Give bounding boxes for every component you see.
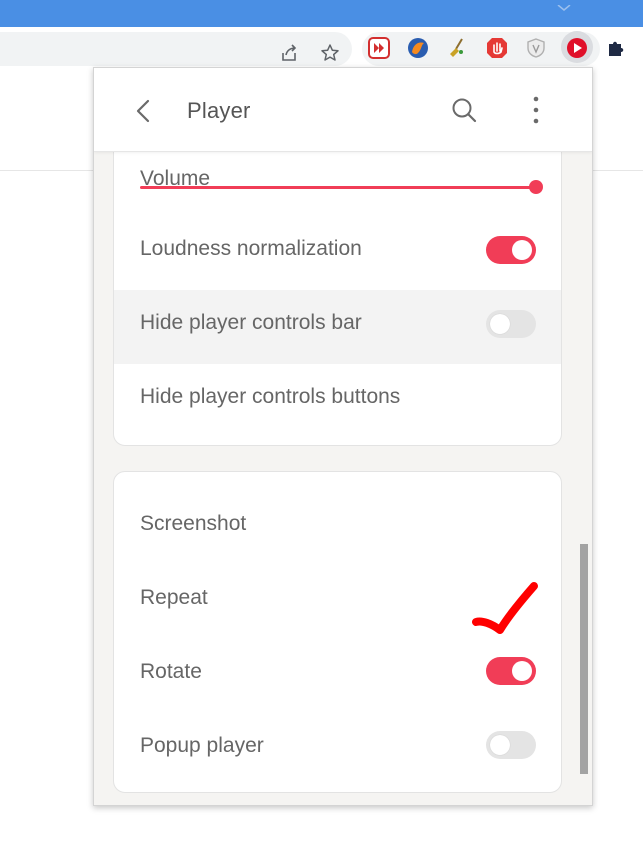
extension-broom-icon[interactable] <box>446 37 468 59</box>
setting-label: Hide player controls bar <box>140 311 362 334</box>
star-icon[interactable] <box>318 41 342 65</box>
extension-hand-stop-icon[interactable] <box>486 37 508 59</box>
setting-label: Popup player <box>140 734 264 757</box>
player-settings-popup: Player Volume Loudness normalization Hid… <box>93 67 593 806</box>
toggle-knob <box>512 661 532 681</box>
setting-row-hide-player-controls-bar[interactable]: Hide player controls bar <box>114 290 561 364</box>
setting-row-popup-player[interactable]: Popup player <box>114 709 561 783</box>
extension-shield-icon[interactable] <box>525 37 547 59</box>
rotate-toggle[interactable] <box>486 657 536 685</box>
volume-slider-track[interactable] <box>140 186 536 189</box>
address-bar[interactable] <box>0 32 352 66</box>
hide-controls-bar-toggle[interactable] <box>486 310 536 338</box>
setting-label: Rotate <box>140 660 202 683</box>
back-arrow-icon[interactable] <box>130 96 156 126</box>
loudness-normalization-toggle[interactable] <box>486 236 536 264</box>
browser-toolbar <box>0 27 643 72</box>
puzzle-extensions-icon[interactable] <box>605 37 627 59</box>
setting-label: Hide player controls buttons <box>140 385 401 408</box>
toggle-knob <box>490 314 510 334</box>
toggle-knob <box>512 240 532 260</box>
share-icon[interactable] <box>278 41 302 65</box>
browser-titlebar <box>0 0 643 27</box>
page-title: Player <box>187 98 251 123</box>
extension-youtube-player-icon[interactable] <box>566 37 588 59</box>
search-icon[interactable] <box>448 94 480 126</box>
playback-settings-card: Volume Loudness normalization Hide playe… <box>113 108 562 446</box>
popup-header: Player <box>94 68 592 152</box>
setting-label: Repeat <box>140 586 208 609</box>
extension-fast-forward-icon[interactable] <box>368 37 390 59</box>
setting-row-hide-player-controls-buttons[interactable]: Hide player controls buttons <box>114 364 561 438</box>
setting-row-rotate[interactable]: Rotate <box>114 635 561 709</box>
setting-row-loudness-normalization[interactable]: Loudness normalization <box>114 216 561 290</box>
setting-row-screenshot[interactable]: Screenshot <box>114 487 561 561</box>
scrollbar-thumb[interactable] <box>580 544 588 774</box>
toggle-knob <box>490 735 510 755</box>
setting-label: Screenshot <box>140 512 247 535</box>
red-checkmark-icon <box>470 580 544 644</box>
setting-label: Loudness normalization <box>140 237 362 260</box>
more-vert-icon[interactable] <box>524 94 548 126</box>
popup-player-toggle[interactable] <box>486 731 536 759</box>
volume-slider-thumb[interactable] <box>529 180 543 194</box>
extension-fox-icon[interactable] <box>407 37 429 59</box>
chevron-down-icon[interactable] <box>556 0 572 11</box>
